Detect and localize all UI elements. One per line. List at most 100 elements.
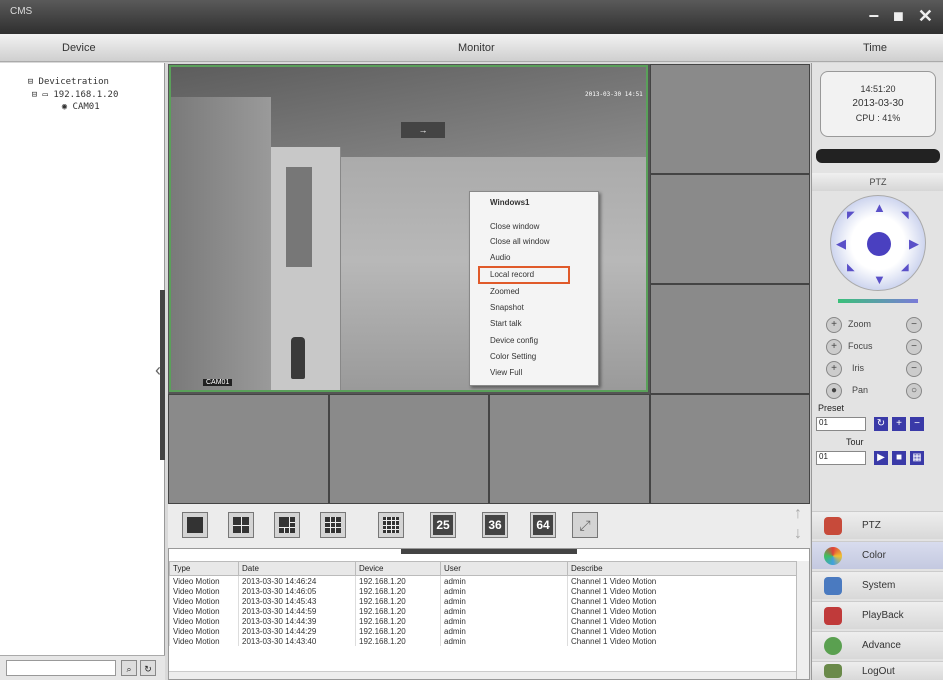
collapse-left-icon[interactable]: ‹ [155,360,161,381]
search-icon[interactable]: ⌕ [121,660,137,676]
video-window-2[interactable] [650,64,810,174]
log-horizontal-scrollbar[interactable] [169,671,796,679]
menu-item-color-setting[interactable]: Color Setting [490,352,536,361]
focus-out-icon[interactable]: − [906,339,922,355]
clock-date: 2013-03-30 [852,98,904,109]
monitor-header: Monitor [458,42,495,54]
fire-extinguisher [291,337,305,379]
layout-36-button[interactable]: 36 [482,512,508,538]
nav-system[interactable]: System [812,571,943,599]
log-vertical-scrollbar[interactable] [796,561,809,679]
col-date[interactable]: Date [238,561,356,576]
preset-goto-icon[interactable]: ↻ [874,417,888,431]
nav-playback[interactable]: PlayBack [812,601,943,629]
menu-item-windows[interactable]: Windows1 [490,198,529,207]
minimize-icon[interactable]: − [869,6,880,27]
tour-grid-icon[interactable]: ▦ [910,451,924,465]
preset-select[interactable]: 01 [816,417,866,431]
nav-advance[interactable]: Advance [812,631,943,659]
iris-open-icon[interactable]: + [826,361,842,377]
ptz-icon [824,517,842,535]
video-window-3[interactable] [650,174,810,284]
log-row[interactable]: Video Motion 2013-03-30 14:46:24 192.168.1… [169,575,797,586]
device-search-input[interactable] [6,660,116,676]
ptz-down-icon[interactable]: ▼ [873,272,886,287]
tour-stop-icon[interactable]: ■ [892,451,906,465]
video-window-4[interactable] [650,284,810,394]
nav-ptz[interactable]: PTZ [812,511,943,539]
ptz-down-left-icon[interactable]: ◣ [847,262,855,273]
pan-on-icon[interactable]: ● [826,383,842,399]
menu-item-zoomed[interactable]: Zoomed [490,287,519,296]
log-row[interactable]: Video Motion 2013-03-30 14:45:43 192.168.1… [169,596,797,606]
ptz-left-icon[interactable]: ◀ [836,236,846,252]
ptz-center-icon[interactable] [867,232,891,256]
ptz-up-right-icon[interactable]: ◥ [901,210,909,221]
device-header: Device [62,42,96,54]
col-user[interactable]: User [440,561,568,576]
ptz-down-right-icon[interactable]: ◢ [901,262,909,273]
window-controls: − ■ ✕ [869,6,933,27]
tour-select[interactable]: 01 [816,451,866,465]
menu-item-snapshot[interactable]: Snapshot [490,303,524,312]
menu-item-close-window[interactable]: Close window [490,222,539,231]
layout-4-button[interactable] [228,512,254,538]
layout-16-button[interactable] [378,512,404,538]
zoom-out-icon[interactable]: − [906,317,922,333]
ptz-speed-slider[interactable] [838,299,918,303]
log-row[interactable]: Video Motion 2013-03-30 14:43:40 192.168.1… [169,636,797,646]
menu-item-start-talk[interactable]: Start talk [490,319,522,328]
layout-1-button[interactable] [182,512,208,538]
preset-remove-icon[interactable]: − [910,417,924,431]
col-device[interactable]: Device [355,561,441,576]
menu-item-local-record[interactable]: Local record [490,270,534,279]
log-cell: Channel 1 Video Motion [567,586,797,596]
video-window-8[interactable] [650,394,810,504]
close-icon[interactable]: ✕ [918,6,933,27]
col-describe[interactable]: Describe [567,561,797,576]
context-menu: Windows1 Close window Close all window A… [469,191,599,386]
menu-item-close-all[interactable]: Close all window [490,237,550,246]
menu-item-audio[interactable]: Audio [490,253,510,262]
nav-color[interactable]: Color [812,541,943,569]
fullscreen-button[interactable]: ⤢ [572,512,598,538]
preset-add-icon[interactable]: + [892,417,906,431]
menu-item-device-config[interactable]: Device config [490,336,538,345]
playback-icon [824,607,842,625]
ptz-up-icon[interactable]: ▲ [873,200,886,215]
video-window-1[interactable]: → 2013-03-30 14:51 CAM01 Windows1 Close … [169,65,648,392]
clock-time: 14:51:20 [860,84,896,94]
tour-play-icon[interactable]: ▶ [874,451,888,465]
log-cell: admin [440,636,568,646]
log-row[interactable]: Video Motion 2013-03-30 14:44:29 192.168.1… [169,626,797,636]
pan-off-icon[interactable]: ○ [906,383,922,399]
log-row[interactable]: Video Motion 2013-03-30 14:44:59 192.168.1… [169,606,797,616]
focus-in-icon[interactable]: + [826,339,842,355]
video-window-6[interactable] [329,394,489,504]
layout-6-button[interactable] [274,512,300,538]
nav-logout[interactable]: LogOut [812,661,943,680]
log-toggle-tab[interactable] [401,549,577,554]
col-type[interactable]: Type [169,561,239,576]
fullscreen-icon: ⤢ [579,516,591,533]
layout-scroll-arrows[interactable]: ↑ ↓ [788,504,808,548]
video-window-5[interactable] [168,394,329,504]
log-row[interactable]: Video Motion 2013-03-30 14:46:05 192.168.1… [169,586,797,596]
color-icon [824,547,842,565]
ptz-up-left-icon[interactable]: ◤ [847,210,855,221]
menu-item-view-full[interactable]: View Full [490,368,522,377]
layout-9-button[interactable] [320,512,346,538]
log-cell: 192.168.1.20 [355,575,441,586]
maximize-icon[interactable]: ■ [893,6,904,27]
log-cell: admin [440,626,568,636]
log-row[interactable]: Video Motion 2013-03-30 14:44:39 192.168.1… [169,616,797,626]
zoom-in-icon[interactable]: + [826,317,842,333]
ptz-right-icon[interactable]: ▶ [909,236,919,252]
tree-camera[interactable]: ◉ CAM01 [40,92,100,122]
iris-close-icon[interactable]: − [906,361,922,377]
layout-25-button[interactable]: 25 [430,512,456,538]
layout-64-button[interactable]: 64 [530,512,556,538]
video-window-7[interactable] [489,394,650,504]
log-cell: 2013-03-30 14:44:59 [238,606,356,616]
refresh-icon[interactable]: ↻ [140,660,156,676]
